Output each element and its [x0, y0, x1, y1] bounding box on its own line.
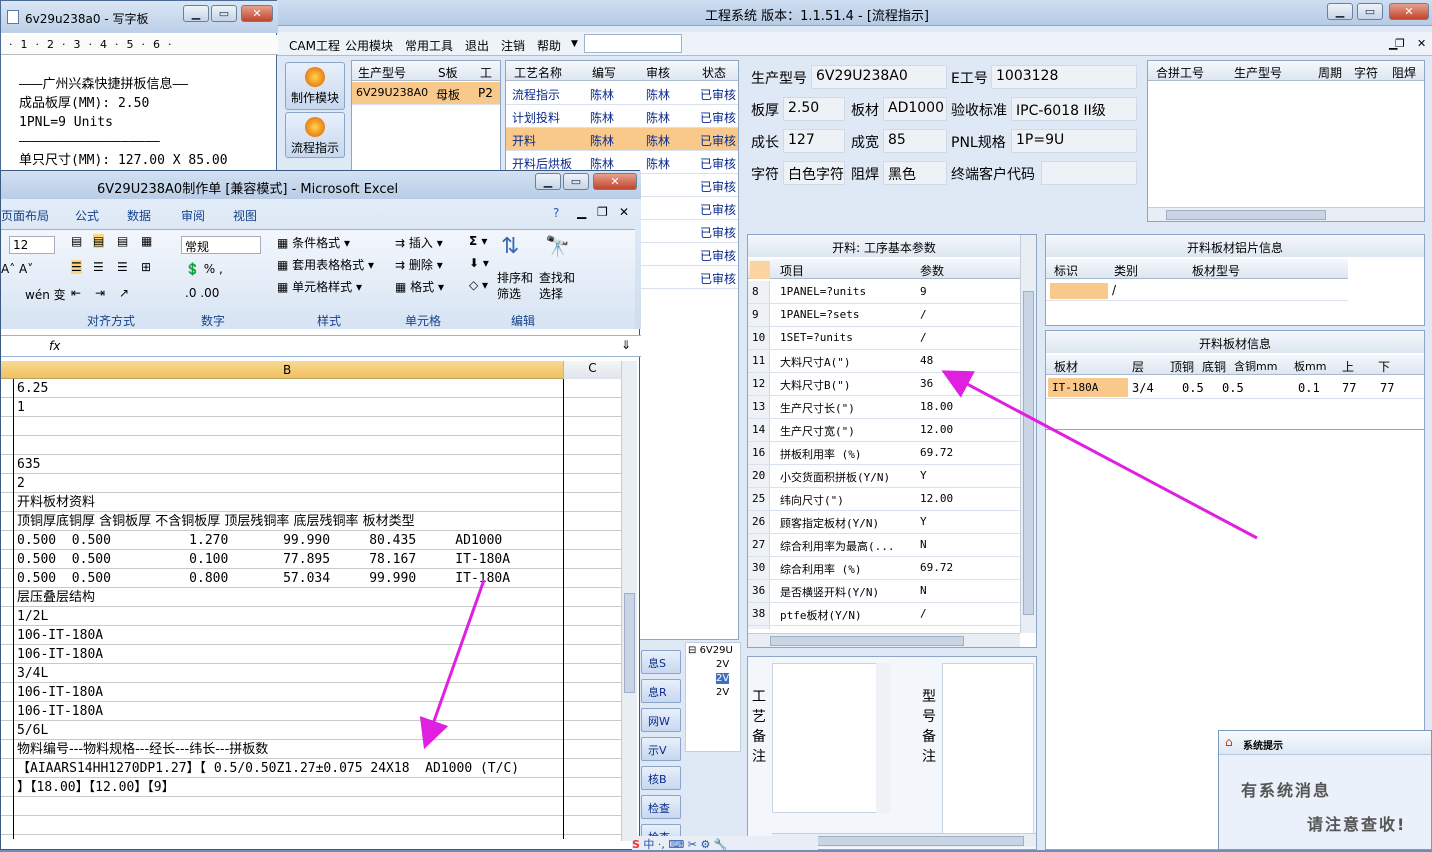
system-notice-popup[interactable]: ⌂ 系统提示 有系统消息 请注意查收!	[1218, 730, 1432, 850]
sogou-icon[interactable]: S	[632, 838, 640, 851]
popup-line2: 请注意查收!	[1307, 815, 1407, 834]
popup-title-bar: ⌂ 系统提示	[1219, 731, 1431, 755]
popup-line1: 有系统消息	[1241, 781, 1332, 800]
home-icon: ⌂	[1225, 735, 1233, 749]
annotation-arrows	[419, 370, 1258, 750]
arrow-to-material	[419, 579, 486, 750]
ime-toolbar[interactable]: S 中 ·, ⌨ ✂ ⚙ 🔧	[632, 836, 818, 851]
popup-title: 系统提示	[1243, 741, 1283, 752]
arrow-to-param	[941, 370, 1258, 540]
